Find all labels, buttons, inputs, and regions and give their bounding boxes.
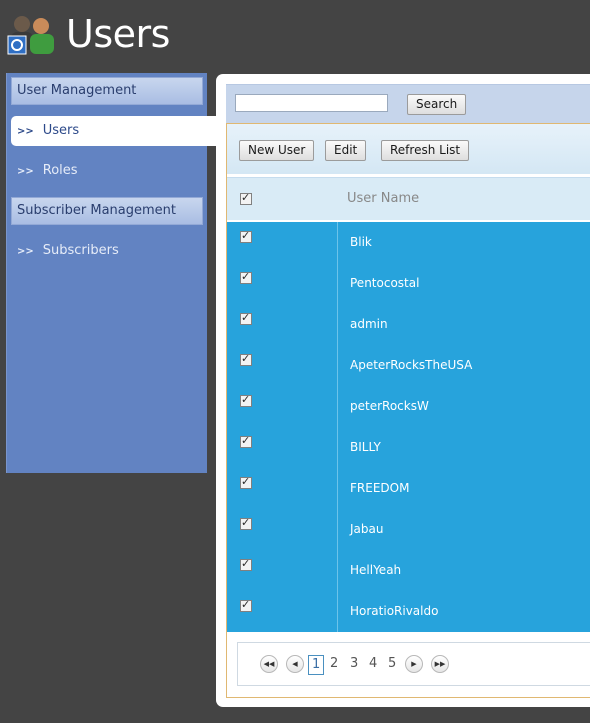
row-checkbox[interactable] — [240, 434, 252, 448]
sidebar-section-user-management: User Management — [11, 77, 203, 105]
sidebar-item-subscribers[interactable]: >> Subscribers — [11, 236, 203, 266]
row-checkbox[interactable] — [240, 598, 252, 612]
column-divider — [337, 468, 338, 509]
sidebar-item-label: Subscribers — [42, 243, 119, 258]
chevron-right-icon: >> — [17, 166, 34, 177]
column-divider — [337, 222, 338, 263]
search-bar: Search — [226, 84, 590, 123]
table-row[interactable]: HoratioRivaldo — [227, 591, 590, 632]
sidebar: User Management >> Users >> Roles Subscrib… — [6, 73, 225, 473]
prev-page-icon[interactable]: ◀ — [286, 655, 304, 673]
user-name-cell: Pentocostal — [350, 276, 420, 290]
column-header-user-name[interactable]: User Name — [347, 191, 419, 206]
column-divider — [337, 509, 338, 550]
first-page-icon[interactable]: ◀◀ — [260, 655, 278, 673]
row-checkbox[interactable] — [240, 557, 252, 571]
row-checkbox[interactable] — [240, 352, 252, 366]
row-checkbox[interactable] — [240, 229, 252, 243]
column-divider — [337, 263, 338, 304]
user-name-cell: peterRocksW — [350, 399, 429, 413]
column-divider — [337, 345, 338, 386]
pager: ◀◀ ◀ 1 2 3 4 5 ▶ ▶▶ — [237, 642, 590, 686]
page-number-5[interactable]: 5 — [388, 655, 396, 673]
column-divider — [337, 591, 338, 632]
page-number-4[interactable]: 4 — [369, 655, 377, 673]
chevron-right-icon: >> — [17, 126, 34, 137]
grid-rows: Blik Pentocostal admin ApeterRocksTheUSA pet… — [227, 222, 590, 632]
table-row[interactable]: FREEDOM — [227, 468, 590, 509]
table-row[interactable]: peterRocksW — [227, 386, 590, 427]
user-name-cell: HoratioRivaldo — [350, 604, 439, 618]
page-number-3[interactable]: 3 — [350, 655, 358, 673]
new-user-button[interactable]: New User — [239, 140, 315, 161]
column-divider — [337, 304, 338, 345]
page-title: Users — [66, 12, 170, 56]
sidebar-item-users[interactable]: >> Users — [11, 116, 225, 146]
sidebar-item-label: Users — [42, 123, 80, 138]
row-checkbox[interactable] — [240, 311, 252, 325]
table-row[interactable]: admin — [227, 304, 590, 345]
user-name-cell: HellYeah — [350, 563, 402, 577]
table-row[interactable]: ApeterRocksTheUSA — [227, 345, 590, 386]
chevron-right-icon: >> — [17, 246, 34, 257]
row-checkbox[interactable] — [240, 270, 252, 284]
table-row[interactable]: Blik — [227, 222, 590, 263]
refresh-list-button[interactable]: Refresh List — [381, 140, 470, 161]
select-all-checkbox[interactable] — [240, 191, 252, 205]
table-row[interactable]: HellYeah — [227, 550, 590, 591]
table-row[interactable]: BILLY — [227, 427, 590, 468]
page-number-1[interactable]: 1 — [308, 655, 325, 675]
column-divider — [337, 550, 338, 591]
page-number-2[interactable]: 2 — [330, 655, 338, 673]
next-page-icon[interactable]: ▶ — [405, 655, 423, 673]
user-grid: New User Edit Refresh List User Name Bli… — [226, 123, 590, 698]
user-name-cell: Jabau — [350, 522, 384, 536]
user-name-cell: Blik — [350, 235, 372, 249]
row-checkbox[interactable] — [240, 393, 252, 407]
row-checkbox[interactable] — [240, 475, 252, 489]
user-name-cell: BILLY — [350, 440, 381, 454]
column-divider — [337, 427, 338, 468]
last-page-icon[interactable]: ▶▶ — [431, 655, 449, 673]
sidebar-item-roles[interactable]: >> Roles — [11, 156, 203, 186]
row-checkbox[interactable] — [240, 516, 252, 530]
grid-toolbar: New User Edit Refresh List — [227, 124, 590, 174]
user-name-cell: admin — [350, 317, 388, 331]
user-name-cell: ApeterRocksTheUSA — [350, 358, 473, 372]
grid-header: User Name — [227, 177, 590, 220]
sidebar-item-label: Roles — [42, 163, 78, 178]
table-row[interactable]: Pentocostal — [227, 263, 590, 304]
table-row[interactable]: Jabau — [227, 509, 590, 550]
edit-button[interactable]: Edit — [325, 140, 367, 161]
sidebar-section-subscriber-management: Subscriber Management — [11, 197, 203, 225]
user-name-cell: FREEDOM — [350, 481, 410, 495]
users-admin-icon — [7, 16, 54, 55]
main-panel: Search New User Edit Refresh List User N… — [216, 74, 590, 707]
column-divider — [337, 386, 338, 427]
search-button[interactable]: Search — [407, 94, 467, 115]
search-input[interactable] — [235, 94, 388, 112]
